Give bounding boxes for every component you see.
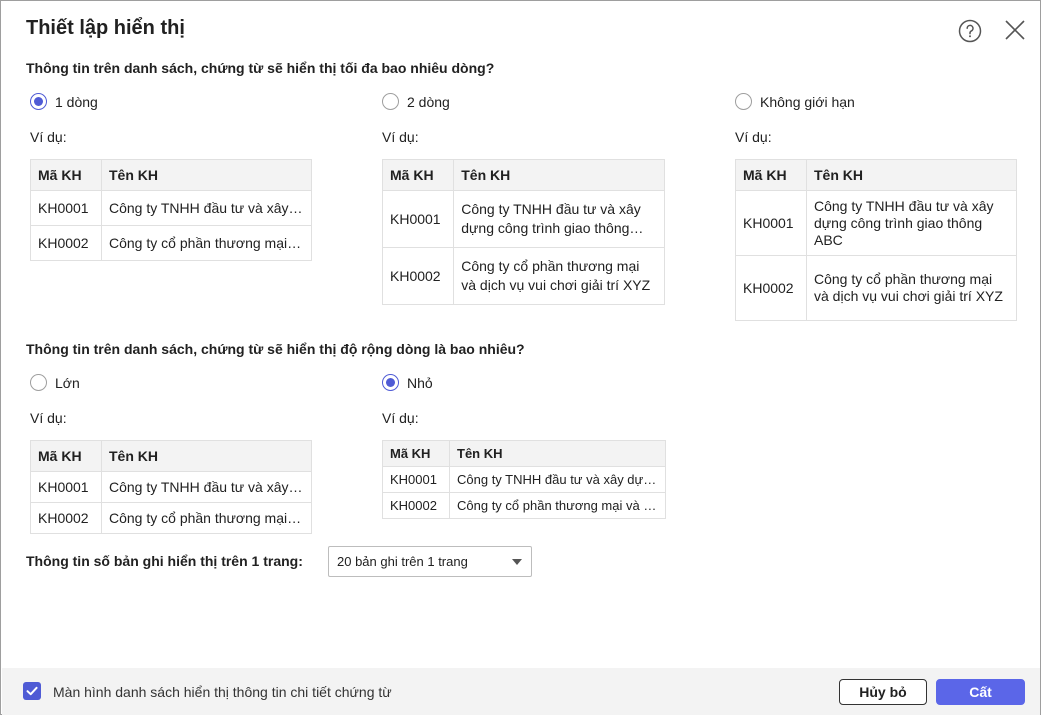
example-label: Ví dụ: xyxy=(735,129,772,145)
column-header-name: Tên KH xyxy=(101,440,312,472)
dialog-footer: Màn hình danh sách hiển thị thông tin ch… xyxy=(2,668,1040,715)
table-row: KH0002 Công ty cổ phần thương mại và dịc… xyxy=(30,225,312,261)
radio-label: Nhỏ xyxy=(407,374,433,391)
cancel-button[interactable]: Hủy bỏ xyxy=(839,679,927,705)
table-row: KH0001 Công ty TNHH đầu tư và xây dựng c… xyxy=(382,466,666,493)
radio-lines-2[interactable]: 2 dòng xyxy=(382,93,450,110)
cell-code: KH0001 xyxy=(381,190,455,248)
table-row: KH0002 Công ty cổ phần thương mại và dịc… xyxy=(30,502,312,534)
radio-label: 2 dòng xyxy=(407,93,450,110)
example-table-2-lines: Mã KH Tên KH KH0001 Công ty TNHH đầu tư … xyxy=(381,159,665,305)
help-icon[interactable] xyxy=(958,19,982,43)
column-header-name: Tên KH xyxy=(101,159,312,191)
column-header-name: Tên KH xyxy=(449,440,666,467)
detail-checkbox-label: Màn hình danh sách hiển thị thông tin ch… xyxy=(53,684,392,700)
cell-name: Công ty cổ phần thương mại và dịch vụ vu… xyxy=(461,258,651,293)
dialog-title: Thiết lập hiển thị xyxy=(26,17,185,39)
radio-lines-1[interactable]: 1 dòng xyxy=(30,93,98,110)
example-label: Ví dụ: xyxy=(382,410,419,426)
cell-code: KH0001 xyxy=(30,471,102,503)
save-button[interactable]: Cất xyxy=(936,679,1025,705)
cell-name: Công ty TNHH đầu tư và xây dựng công trì… xyxy=(457,472,658,487)
width-question: Thông tin trên danh sách, chứng từ sẽ hi… xyxy=(26,341,525,357)
table-row: KH0002 Công ty cổ phần thương mại và dịc… xyxy=(735,255,1017,321)
table-row: KH0001 Công ty TNHH đầu tư và xây dựng c… xyxy=(381,190,665,248)
detail-checkbox[interactable] xyxy=(23,682,41,700)
radio-label: Không giới hạn xyxy=(760,93,855,110)
page-size-value: 20 bản ghi trên 1 trang xyxy=(337,554,468,569)
cell-name: Công ty TNHH đầu tư và xây dựng công trì… xyxy=(461,201,641,236)
example-table-large: Mã KH Tên KH KH0001 Công ty TNHH đầu tư … xyxy=(30,440,312,534)
column-header-code: Mã KH xyxy=(30,440,102,472)
radio-label: Lớn xyxy=(55,374,80,391)
column-header-name: Tên KH xyxy=(453,159,665,191)
cell-code: KH0002 xyxy=(735,255,807,321)
radio-indicator xyxy=(382,374,399,391)
cell-code: KH0002 xyxy=(30,225,102,261)
radio-label: 1 dòng xyxy=(55,93,98,110)
cell-code: KH0002 xyxy=(30,502,102,534)
page-size-select[interactable]: 20 bản ghi trên 1 trang xyxy=(328,546,532,577)
lines-question: Thông tin trên danh sách, chứng từ sẽ hi… xyxy=(26,60,495,76)
table-row: KH0001 Công ty TNHH đầu tư và xây dựng c… xyxy=(30,190,312,226)
display-settings-dialog: Thiết lập hiển thị Thông tin trên danh s… xyxy=(0,0,1041,715)
radio-size-large[interactable]: Lớn xyxy=(30,374,80,391)
column-header-code: Mã KH xyxy=(382,440,450,467)
cell-code: KH0002 xyxy=(382,492,450,519)
table-row: KH0002 Công ty cổ phần thương mại và dịc… xyxy=(382,492,666,519)
radio-lines-unlimited[interactable]: Không giới hạn xyxy=(735,93,855,110)
example-table-unlimited: Mã KH Tên KH KH0001 Công ty TNHH đầu tư … xyxy=(735,159,1017,321)
example-table-small: Mã KH Tên KH KH0001 Công ty TNHH đầu tư … xyxy=(382,440,666,519)
example-label: Ví dụ: xyxy=(30,410,67,426)
table-row: KH0001 Công ty TNHH đầu tư và xây dựng c… xyxy=(735,190,1017,256)
cell-name: Công ty cổ phần thương mại và dịch vụ vu… xyxy=(109,510,304,526)
cell-code: KH0001 xyxy=(735,190,807,256)
cell-code: KH0001 xyxy=(382,466,450,493)
example-table-1-line: Mã KH Tên KH KH0001 Công ty TNHH đầu tư … xyxy=(30,159,312,261)
column-header-code: Mã KH xyxy=(30,159,102,191)
column-header-code: Mã KH xyxy=(735,159,807,191)
cell-name: Công ty cổ phần thương mại và dịch vụ vu… xyxy=(814,271,1003,304)
cell-code: KH0001 xyxy=(30,190,102,226)
radio-indicator xyxy=(382,93,399,110)
close-icon[interactable] xyxy=(1004,19,1026,41)
check-icon xyxy=(26,686,38,696)
page-size-label: Thông tin số bản ghi hiển thị trên 1 tra… xyxy=(26,553,303,569)
radio-indicator xyxy=(735,93,752,110)
cell-name: Công ty TNHH đầu tư và xây dựng công trì… xyxy=(109,479,304,495)
cell-name: Công ty TNHH đầu tư và xây dựng công trì… xyxy=(109,200,304,216)
column-header-name: Tên KH xyxy=(806,159,1017,191)
cell-name: Công ty TNHH đầu tư và xây dựng công trì… xyxy=(814,197,994,248)
table-row: KH0001 Công ty TNHH đầu tư và xây dựng c… xyxy=(30,471,312,503)
radio-indicator xyxy=(30,374,47,391)
column-header-code: Mã KH xyxy=(381,159,455,191)
radio-size-small[interactable]: Nhỏ xyxy=(382,374,433,391)
cell-code: KH0002 xyxy=(381,247,455,305)
cell-name: Công ty cổ phần thương mại và dịch vụ vu… xyxy=(457,498,658,513)
radio-indicator xyxy=(30,93,47,110)
example-label: Ví dụ: xyxy=(30,129,67,145)
table-row: KH0002 Công ty cổ phần thương mại và dịc… xyxy=(381,247,665,305)
example-label: Ví dụ: xyxy=(382,129,419,145)
cell-name: Công ty cổ phần thương mại và dịch vụ vu… xyxy=(109,235,304,251)
chevron-down-icon xyxy=(512,559,522,565)
